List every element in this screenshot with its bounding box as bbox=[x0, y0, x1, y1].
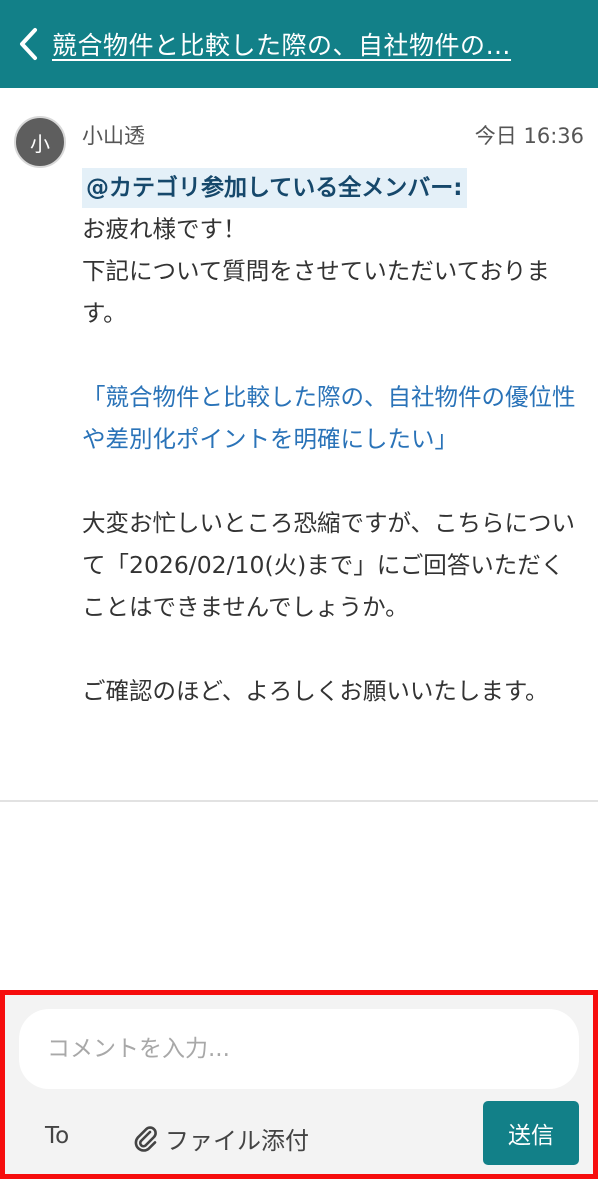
thread-title[interactable]: 競合物件と比較した際の、自社物件の… bbox=[52, 26, 582, 62]
greeting-text: お疲れ様です！ 下記について質問をさせていただいております。 bbox=[82, 215, 550, 327]
app-header: 競合物件と比較した際の、自社物件の… bbox=[0, 0, 598, 88]
quoted-topic: 「競合物件と比較した際の、自社物件の優位性や差別化ポイントを明確にしたい」 bbox=[82, 383, 576, 453]
back-button[interactable] bbox=[0, 0, 52, 88]
mention-tag[interactable]: @カテゴリ参加している全メンバー: bbox=[82, 168, 467, 208]
request-text: 大変お忙しいところ恐縮ですが、こちらについて「2026/02/10(火)まで」に… bbox=[82, 509, 576, 621]
avatar: 小 bbox=[14, 116, 66, 168]
timestamp: 今日 16:36 bbox=[474, 124, 584, 148]
attach-file-label: ファイル添付 bbox=[165, 1127, 309, 1155]
comment-composer: To ファイル添付 送信 bbox=[0, 990, 598, 1179]
message-body: @カテゴリ参加している全メンバー: お疲れ様です！ 下記について質問をさせていた… bbox=[82, 166, 577, 712]
to-button[interactable]: To bbox=[45, 1123, 69, 1149]
chevron-left-icon bbox=[20, 28, 37, 60]
send-button[interactable]: 送信 bbox=[483, 1101, 579, 1165]
comment-input[interactable] bbox=[19, 1009, 579, 1089]
message-post: 小 小山透 今日 16:36 @カテゴリ参加している全メンバー: お疲れ様です！… bbox=[0, 88, 598, 802]
closing-text: ご確認のほど、よろしくお願いいたします。 bbox=[82, 677, 549, 705]
author-name: 小山透 bbox=[82, 124, 145, 148]
paperclip-icon bbox=[134, 1125, 157, 1152]
attach-file-button[interactable]: ファイル添付 bbox=[133, 1121, 309, 1156]
